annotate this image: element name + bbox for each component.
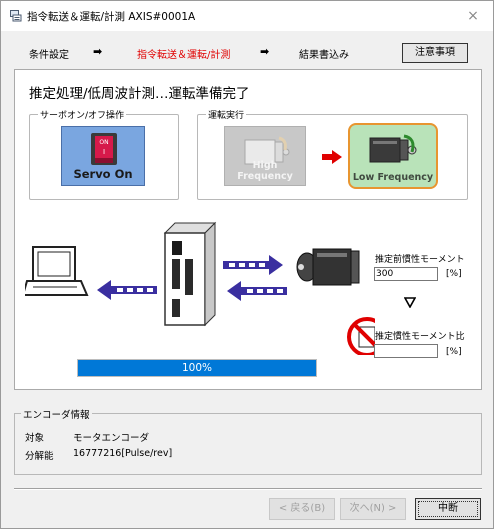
right-arrow-icon	[322, 150, 342, 164]
encoder-info-title: エンコーダ情報	[21, 407, 92, 421]
step-command-transfer: 指令転送＆運転/計測	[137, 50, 231, 61]
step-condition-setup: 条件設定	[29, 50, 69, 61]
servo-group-label: サーボオン/オフ操作	[38, 108, 127, 121]
next-button[interactable]: 次へ(N) >	[340, 498, 406, 520]
run-group-label: 運転実行	[206, 108, 247, 121]
status-text: 推定処理/低周波計測…運転準備完了	[29, 86, 250, 102]
app-icon	[10, 10, 22, 22]
button-separator	[14, 488, 482, 490]
step-arrow-icon: ➡	[93, 45, 103, 58]
data-arrow-left-icon	[97, 280, 157, 300]
servo-motor-icon	[296, 248, 360, 286]
no-load-sign-icon	[347, 317, 375, 355]
encoder-target-label: 対象	[25, 433, 45, 444]
back-button[interactable]: < 戻る(B)	[269, 498, 335, 520]
high-frequency-button[interactable]: High Frequency	[224, 126, 306, 186]
encoder-target-value: モータエンコーダ	[73, 433, 150, 444]
inertia-field: 300	[374, 267, 438, 281]
main-panel: 推定処理/低周波計測…運転準備完了 サーボオン/オフ操作 ON I Servo …	[14, 69, 482, 390]
low-frequency-button[interactable]: Low Frequency	[348, 123, 438, 189]
dialog-window: 指令転送＆運転/計測 AXIS#0001A × 条件設定 ➡ 指令転送＆運転/計…	[0, 0, 494, 529]
switch-on-text: ON	[99, 139, 108, 146]
inertia-unit: [%]	[446, 269, 462, 279]
data-arrow-right-icon	[223, 255, 283, 275]
encoder-info-panel: エンコーダ情報 対象 モータエンコーダ 分解能 16777216[Pulse/r…	[14, 407, 482, 475]
system-diagram	[25, 221, 375, 355]
inertia-ratio-label: 推定慣性モーメント比	[375, 332, 465, 342]
progress-bar: 100%	[77, 359, 317, 377]
cancel-button[interactable]: 中断	[415, 498, 481, 520]
motor-icon	[369, 134, 417, 163]
high-frequency-label: High Frequency	[237, 160, 293, 182]
inertia-label: 推定前慣性モーメント	[375, 255, 465, 265]
inertia-ratio-field	[374, 344, 438, 358]
encoder-resolution-label: 分解能	[25, 451, 54, 462]
servo-amplifier-icon	[163, 221, 217, 327]
computer-icon	[25, 246, 89, 296]
window-title: 指令転送＆運転/計測 AXIS#0001A	[27, 11, 196, 23]
inertia-ratio-unit: [%]	[446, 347, 462, 357]
servo-on-button[interactable]: ON I Servo On	[61, 126, 145, 186]
close-button[interactable]: ×	[459, 6, 487, 26]
data-arrow-left-icon	[227, 281, 287, 301]
wizard-steps: 条件設定 ➡ 指令転送＆運転/計測 ➡ 結果書込み 注意事項	[1, 31, 493, 69]
title-bar: 指令転送＆運転/計測 AXIS#0001A ×	[1, 1, 493, 31]
switch-mark-text: I	[103, 148, 105, 156]
low-frequency-label: Low Frequency	[352, 172, 434, 183]
encoder-resolution-value: 16777216[Pulse/rev]	[73, 448, 173, 459]
notice-button[interactable]: 注意事項	[402, 43, 468, 63]
step-arrow-icon: ➡	[260, 45, 270, 58]
power-switch-icon: ON I	[91, 133, 117, 165]
step-write-results: 結果書込み	[299, 50, 349, 61]
servo-on-label: Servo On	[73, 167, 133, 181]
progress-text: 100%	[181, 362, 213, 374]
down-triangle-icon	[404, 297, 416, 308]
